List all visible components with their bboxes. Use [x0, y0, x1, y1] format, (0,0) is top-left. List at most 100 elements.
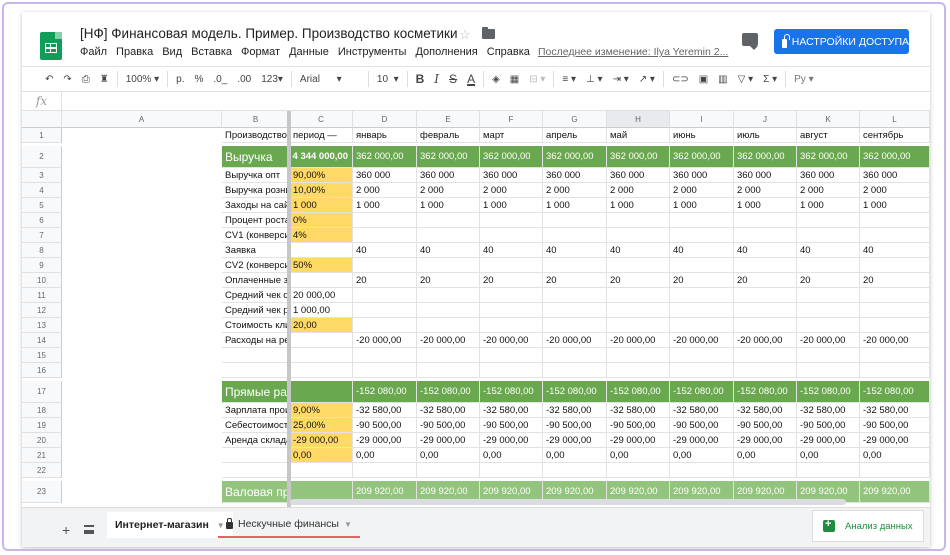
cell-D18[interactable]: -32 580,00	[417, 403, 480, 418]
increase-decimal-button[interactable]: .00	[232, 74, 256, 85]
cell-G2[interactable]: 362 000,00	[607, 146, 670, 168]
cell-E17[interactable]: -152 080,00	[480, 381, 543, 403]
cell-C11[interactable]	[353, 288, 417, 303]
cell-F5[interactable]: 1 000	[543, 198, 607, 213]
cell-A18[interactable]: Зарплата производственных сотр.	[222, 403, 290, 418]
cell-H7[interactable]	[670, 228, 734, 243]
select-all-corner[interactable]	[22, 111, 62, 128]
cell-H12[interactable]	[670, 303, 734, 318]
cell-K19[interactable]: -90 500,00	[860, 418, 930, 433]
row-header-4[interactable]: 4	[22, 183, 62, 198]
cell-F3[interactable]: 360 000	[543, 168, 607, 183]
cell-G15[interactable]	[607, 348, 670, 363]
cell-B4[interactable]: 10,00%	[290, 183, 353, 198]
cell-H4[interactable]: 2 000	[670, 183, 734, 198]
cell-E1[interactable]: март	[480, 128, 543, 143]
cell-A19[interactable]: Себестоимость сырья	[222, 418, 290, 433]
cell-I16[interactable]	[734, 363, 797, 378]
row-header-10[interactable]: 10	[22, 273, 62, 288]
cell-H2[interactable]: 362 000,00	[670, 146, 734, 168]
cell-A4[interactable]: Выручка розница	[222, 183, 290, 198]
cell-J13[interactable]	[797, 318, 860, 333]
decrease-decimal-button[interactable]: .0_	[208, 74, 232, 85]
cell-K22[interactable]	[860, 463, 930, 478]
valign-icon[interactable]: ⊥ ▾	[581, 74, 608, 85]
cell-D16[interactable]	[417, 363, 480, 378]
cell-I9[interactable]	[734, 258, 797, 273]
percent-button[interactable]: %	[189, 74, 208, 85]
cell-D19[interactable]: -90 500,00	[417, 418, 480, 433]
cell-E11[interactable]	[480, 288, 543, 303]
row-header-13[interactable]: 13	[22, 318, 62, 333]
cell-H21[interactable]: 0,00	[670, 448, 734, 463]
cell-D17[interactable]: -152 080,00	[417, 381, 480, 403]
cell-I15[interactable]	[734, 348, 797, 363]
column-header-G[interactable]: G	[543, 111, 607, 128]
cell-B13[interactable]: 20,00	[290, 318, 353, 333]
cell-F2[interactable]: 362 000,00	[543, 146, 607, 168]
cell-K1[interactable]: сентябрь	[860, 128, 930, 143]
cell-E5[interactable]: 1 000	[480, 198, 543, 213]
cell-J6[interactable]	[797, 213, 860, 228]
cell-K12[interactable]	[860, 303, 930, 318]
cell-G16[interactable]	[607, 363, 670, 378]
redo-icon[interactable]: ↷	[58, 74, 76, 85]
cell-D8[interactable]: 40	[417, 243, 480, 258]
cell-H16[interactable]	[670, 363, 734, 378]
text-color-button[interactable]: A	[462, 72, 480, 86]
cell-G10[interactable]: 20	[607, 273, 670, 288]
cell-G22[interactable]	[607, 463, 670, 478]
cell-C16[interactable]	[353, 363, 417, 378]
cell-D22[interactable]	[417, 463, 480, 478]
cell-D9[interactable]	[417, 258, 480, 273]
cell-J16[interactable]	[797, 363, 860, 378]
cell-B6[interactable]: 0%	[290, 213, 353, 228]
star-icon[interactable]: ☆	[459, 27, 471, 43]
cell-K6[interactable]	[860, 213, 930, 228]
cell-J18[interactable]: -32 580,00	[797, 403, 860, 418]
cell-A3[interactable]: Выручка опт	[222, 168, 290, 183]
cell-J21[interactable]: 0,00	[797, 448, 860, 463]
cell-K18[interactable]: -32 580,00	[860, 403, 930, 418]
filter-icon[interactable]: ▽ ▾	[733, 74, 759, 85]
cell-C12[interactable]	[353, 303, 417, 318]
strikethrough-button[interactable]: S	[444, 72, 462, 86]
cell-J4[interactable]: 2 000	[797, 183, 860, 198]
cell-B20[interactable]: -29 000,00	[290, 433, 353, 448]
cell-E20[interactable]: -29 000,00	[480, 433, 543, 448]
cell-C5[interactable]: 1 000	[353, 198, 417, 213]
row-header-22[interactable]: 22	[22, 463, 62, 478]
cell-G4[interactable]: 2 000	[607, 183, 670, 198]
cell-D1[interactable]: февраль	[417, 128, 480, 143]
cell-I12[interactable]	[734, 303, 797, 318]
cell-A2[interactable]: Выручка	[222, 146, 290, 168]
cell-I7[interactable]	[734, 228, 797, 243]
row-header-20[interactable]: 20	[22, 433, 62, 448]
cell-K23[interactable]: 209 920,00	[860, 481, 930, 503]
row-header-16[interactable]: 16	[22, 363, 62, 378]
cell-B17[interactable]	[290, 381, 353, 403]
row-header-15[interactable]: 15	[22, 348, 62, 363]
cell-D14[interactable]: -20 000,00	[417, 333, 480, 348]
row-header-11[interactable]: 11	[22, 288, 62, 303]
column-header-K[interactable]: K	[797, 111, 860, 128]
cell-A10[interactable]: Оплаченные заказы	[222, 273, 290, 288]
column-header-L[interactable]: L	[860, 111, 930, 128]
cell-B10[interactable]	[290, 273, 353, 288]
cell-E2[interactable]: 362 000,00	[480, 146, 543, 168]
rotate-icon[interactable]: ↗ ▾	[634, 74, 660, 85]
cell-E12[interactable]	[480, 303, 543, 318]
cell-G19[interactable]: -90 500,00	[607, 418, 670, 433]
cell-E13[interactable]	[480, 318, 543, 333]
cell-H13[interactable]	[670, 318, 734, 333]
cell-I13[interactable]	[734, 318, 797, 333]
cell-I19[interactable]: -90 500,00	[734, 418, 797, 433]
undo-icon[interactable]: ↶	[40, 74, 58, 85]
cell-B16[interactable]	[290, 363, 353, 378]
cell-B8[interactable]	[290, 243, 353, 258]
cell-J17[interactable]: -152 080,00	[797, 381, 860, 403]
cell-C22[interactable]	[353, 463, 417, 478]
column-header-F[interactable]: F	[480, 111, 543, 128]
menu-item-5[interactable]: Данные	[289, 46, 329, 58]
row-header-8[interactable]: 8	[22, 243, 62, 258]
